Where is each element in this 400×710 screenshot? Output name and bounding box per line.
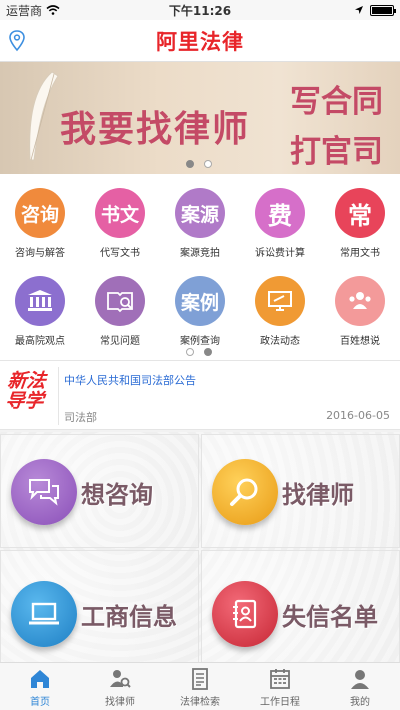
navigation-bar: 阿里法律 <box>0 20 400 62</box>
feature-label: 案源竞拍 <box>180 248 220 259</box>
feature-label: 百姓想说 <box>340 336 380 347</box>
battery-icon <box>370 4 396 16</box>
feature-faq[interactable]: 常见问题 <box>80 276 160 347</box>
user-icon <box>351 670 369 689</box>
clock: 下午11:26 <box>168 3 232 18</box>
news-item[interactable]: 新法 导学 中华人民共和国司法部公告 司法部 2016-06-05 <box>0 360 400 430</box>
feature-supreme-court-views[interactable]: 最高院观点 <box>0 276 80 347</box>
court-icon <box>15 276 65 326</box>
fee-icon: 费 <box>255 188 305 238</box>
feature-case-query[interactable]: 案例 案例查询 <box>160 276 240 347</box>
feature-draft-document[interactable]: 书文 代写文书 <box>80 188 160 259</box>
book-search-icon <box>95 276 145 326</box>
banner-page-dot-1[interactable] <box>186 160 194 168</box>
case-source-icon: 案源 <box>175 188 225 238</box>
tab-label: 工作日程 <box>260 697 300 708</box>
document-writing-icon: 书文 <box>95 188 145 238</box>
news-date: 2016-06-05 <box>326 409 390 422</box>
feature-legal-news[interactable]: 政法动态 <box>240 276 320 347</box>
new-law-study-logo: 新法 导学 <box>4 370 47 412</box>
tile-business-info[interactable]: 工商信息 <box>0 550 199 664</box>
feature-label: 案例查询 <box>180 336 220 347</box>
document-icon <box>192 668 208 690</box>
banner-page-dot-2[interactable] <box>204 160 212 168</box>
feature-label: 最高院观点 <box>15 336 65 347</box>
tab-work-schedule[interactable]: 工作日程 <box>240 663 320 710</box>
tab-profile[interactable]: 我的 <box>320 663 400 710</box>
location-pin-icon[interactable] <box>8 29 26 53</box>
news-headline[interactable]: 中华人民共和国司法部公告 <box>64 372 196 388</box>
wifi-icon <box>46 5 60 15</box>
tab-label: 首页 <box>30 697 50 708</box>
action-tiles: 想咨询 找律师 工商信息 失信名单 <box>0 432 400 664</box>
tab-bar: 首页 找律师 法律检索 工作日程 我的 <box>0 662 400 710</box>
tile-label: 找律师 <box>282 480 354 509</box>
feature-label: 常用文书 <box>340 248 380 259</box>
feature-public-voice[interactable]: 百姓想说 <box>320 276 400 347</box>
tab-label: 我的 <box>350 697 370 708</box>
laptop-icon <box>11 581 77 647</box>
tile-consult[interactable]: 想咨询 <box>0 434 199 548</box>
calendar-icon <box>270 669 290 689</box>
tab-find-lawyer[interactable]: 找律师 <box>80 663 160 710</box>
divider <box>58 367 59 425</box>
case-query-icon: 案例 <box>175 276 225 326</box>
tab-home[interactable]: 首页 <box>0 663 80 710</box>
banner-line-1: 写合同 <box>290 84 383 120</box>
tile-label: 想咨询 <box>81 480 153 509</box>
grid-page-dot-2[interactable] <box>204 348 212 356</box>
feature-common-documents[interactable]: 常 常用文书 <box>320 188 400 259</box>
feature-label: 咨询与解答 <box>15 248 65 259</box>
tab-label: 法律检索 <box>180 697 220 708</box>
feature-label: 代写文书 <box>100 248 140 259</box>
banner-page-indicator[interactable] <box>186 160 212 168</box>
grid-page-indicator[interactable] <box>186 348 212 356</box>
common-docs-icon: 常 <box>335 188 385 238</box>
feature-label: 诉讼费计算 <box>255 248 305 259</box>
monitor-icon <box>255 276 305 326</box>
banner-main-text: 我要找律师 <box>60 108 251 150</box>
tab-legal-search[interactable]: 法律检索 <box>160 663 240 710</box>
feature-grid: 咨询 咨询与解答 书文 代写文书 案源 案源竞拍 费 诉讼费计算 常 常用文书 … <box>0 174 400 360</box>
news-source: 司法部 <box>64 411 97 424</box>
tile-dishonest-list[interactable]: 失信名单 <box>201 550 400 664</box>
magnifier-icon <box>212 459 278 525</box>
consult-icon: 咨询 <box>15 188 65 238</box>
feature-label: 政法动态 <box>260 336 300 347</box>
tab-label: 找律师 <box>105 697 135 708</box>
feature-consult[interactable]: 咨询 咨询与解答 <box>0 188 80 259</box>
location-arrow-icon <box>355 6 363 14</box>
feature-case-auction[interactable]: 案源 案源竞拍 <box>160 188 240 259</box>
contacts-book-icon <box>212 581 278 647</box>
lawyer-search-icon <box>110 670 131 688</box>
promo-banner[interactable]: 我要找律师 写合同 打官司 <box>0 62 400 174</box>
app-title: 阿里法律 <box>156 28 244 54</box>
tile-find-lawyer[interactable]: 找律师 <box>201 434 400 548</box>
banner-line-2: 打官司 <box>290 134 383 170</box>
status-bar: 运营商 下午11:26 <box>0 0 400 20</box>
feature-label: 常见问题 <box>100 336 140 347</box>
carrier-label: 运营商 <box>6 3 43 18</box>
grid-page-dot-1[interactable] <box>186 348 194 356</box>
tile-label: 失信名单 <box>282 602 378 631</box>
home-icon <box>31 670 49 688</box>
people-icon <box>335 276 385 326</box>
chat-icon <box>11 459 77 525</box>
feature-fee-calculator[interactable]: 费 诉讼费计算 <box>240 188 320 259</box>
tile-label: 工商信息 <box>81 602 177 631</box>
